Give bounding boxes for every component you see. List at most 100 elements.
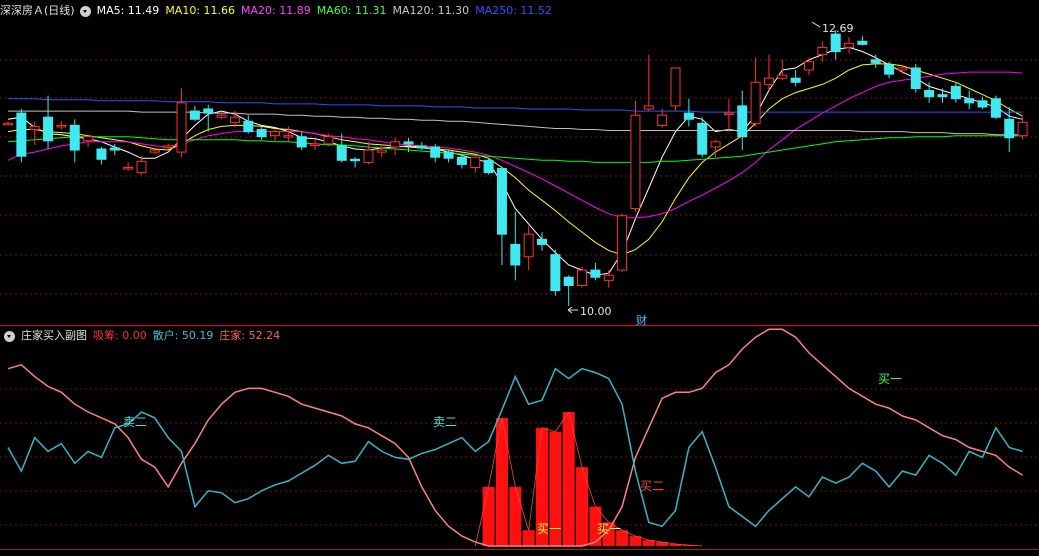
candle[interactable]	[243, 115, 254, 134]
candle-body	[603, 274, 614, 281]
candle-body	[296, 136, 307, 148]
financial-report-marker[interactable]: 财	[636, 313, 647, 327]
signal-sell-2-a: 卖二	[123, 415, 147, 429]
candle[interactable]	[857, 36, 868, 46]
candle-body	[430, 146, 441, 158]
candle[interactable]	[590, 262, 601, 281]
ma5-label: MA5: 11.49	[96, 4, 160, 17]
candle-body	[777, 74, 788, 79]
candle[interactable]	[697, 117, 708, 158]
candle[interactable]	[189, 105, 200, 122]
candle[interactable]	[390, 137, 401, 156]
candle[interactable]	[950, 82, 961, 103]
candle[interactable]	[216, 113, 227, 120]
candle[interactable]	[69, 119, 80, 163]
candle[interactable]	[630, 100, 641, 212]
candle-body	[817, 46, 828, 56]
accumulation-bar	[562, 412, 575, 546]
chart-canvas[interactable]: 12.69 10.00 财 卖二 卖二 买一 买一 买二 买一	[0, 0, 1039, 556]
candle[interactable]	[176, 88, 187, 158]
ma120-line	[8, 110, 1023, 136]
candle-body	[243, 120, 254, 133]
candle[interactable]	[296, 131, 307, 151]
candle-body	[937, 94, 948, 98]
candle[interactable]	[537, 232, 547, 251]
candle-body	[256, 129, 267, 138]
candle-body	[723, 112, 734, 116]
candle[interactable]	[844, 37, 855, 54]
candle[interactable]	[790, 70, 801, 87]
ma60-label: MA60: 11.31	[316, 4, 387, 17]
candle[interactable]	[683, 98, 694, 127]
candle[interactable]	[363, 141, 374, 165]
candle[interactable]	[563, 275, 574, 306]
candle[interactable]	[203, 104, 214, 132]
candle[interactable]	[136, 156, 147, 175]
candle-body	[670, 67, 681, 107]
candle[interactable]	[3, 121, 13, 126]
candle[interactable]	[430, 143, 441, 163]
candle[interactable]	[56, 121, 67, 130]
candle[interactable]	[350, 157, 361, 168]
candle[interactable]	[470, 156, 481, 173]
candle[interactable]	[1017, 117, 1028, 140]
candle[interactable]	[657, 109, 668, 128]
candle-body	[643, 105, 654, 110]
candle[interactable]	[550, 249, 561, 296]
candle-body	[483, 159, 494, 174]
candle[interactable]	[924, 82, 935, 103]
candle[interactable]	[496, 166, 507, 265]
signal-buy-2: 买二	[640, 479, 664, 493]
candle[interactable]	[443, 150, 454, 163]
candle[interactable]	[817, 41, 828, 62]
candle[interactable]	[283, 126, 294, 142]
candle[interactable]	[149, 149, 160, 155]
candle[interactable]	[750, 57, 761, 127]
candle[interactable]	[937, 88, 948, 103]
candle-body	[350, 158, 361, 162]
candle[interactable]	[990, 95, 1001, 120]
candle[interactable]	[964, 90, 975, 110]
candle[interactable]	[310, 139, 321, 151]
candle[interactable]	[123, 162, 134, 171]
candle-body	[96, 148, 107, 160]
candle-body	[456, 156, 467, 165]
candle[interactable]	[577, 267, 588, 288]
candle[interactable]	[16, 109, 27, 163]
candle[interactable]	[523, 225, 534, 271]
candle[interactable]	[910, 63, 921, 93]
candle[interactable]	[336, 133, 347, 163]
candle-body	[790, 77, 801, 83]
candle-body	[884, 64, 895, 75]
candle-body	[657, 114, 668, 126]
indicator-title[interactable]: 庄家买入副图	[21, 329, 87, 342]
candle-body	[109, 147, 120, 151]
high-price-label: 12.69	[822, 22, 854, 35]
candlesticks[interactable]	[3, 30, 1028, 306]
signal-sell-2-b: 卖二	[433, 415, 457, 429]
candle[interactable]	[723, 98, 734, 132]
candle[interactable]	[416, 141, 427, 151]
candle[interactable]	[510, 211, 521, 281]
candle[interactable]	[96, 146, 107, 165]
candle[interactable]	[270, 129, 280, 142]
candle[interactable]	[670, 67, 681, 112]
candle[interactable]	[977, 96, 988, 110]
stock-title[interactable]: 深深房Ａ(日线)	[0, 4, 75, 17]
candle-body	[390, 141, 401, 148]
candle[interactable]	[483, 158, 494, 175]
candle-body	[697, 122, 708, 155]
candle-body	[830, 33, 841, 53]
candle-body	[56, 124, 67, 128]
candle-body	[750, 81, 761, 124]
candle[interactable]	[617, 213, 628, 273]
candle[interactable]	[643, 54, 654, 112]
candle-body	[163, 145, 174, 148]
candle[interactable]	[43, 95, 54, 150]
candle[interactable]	[737, 90, 748, 151]
chevron-down-icon[interactable]	[79, 5, 91, 17]
candle[interactable]	[603, 270, 614, 288]
chevron-down-icon[interactable]	[4, 330, 15, 342]
candle[interactable]	[256, 125, 267, 140]
sub-chart-header: 庄家买入副图 吸筹: 0.00 散户: 50.19 庄家: 52.24	[0, 327, 286, 345]
